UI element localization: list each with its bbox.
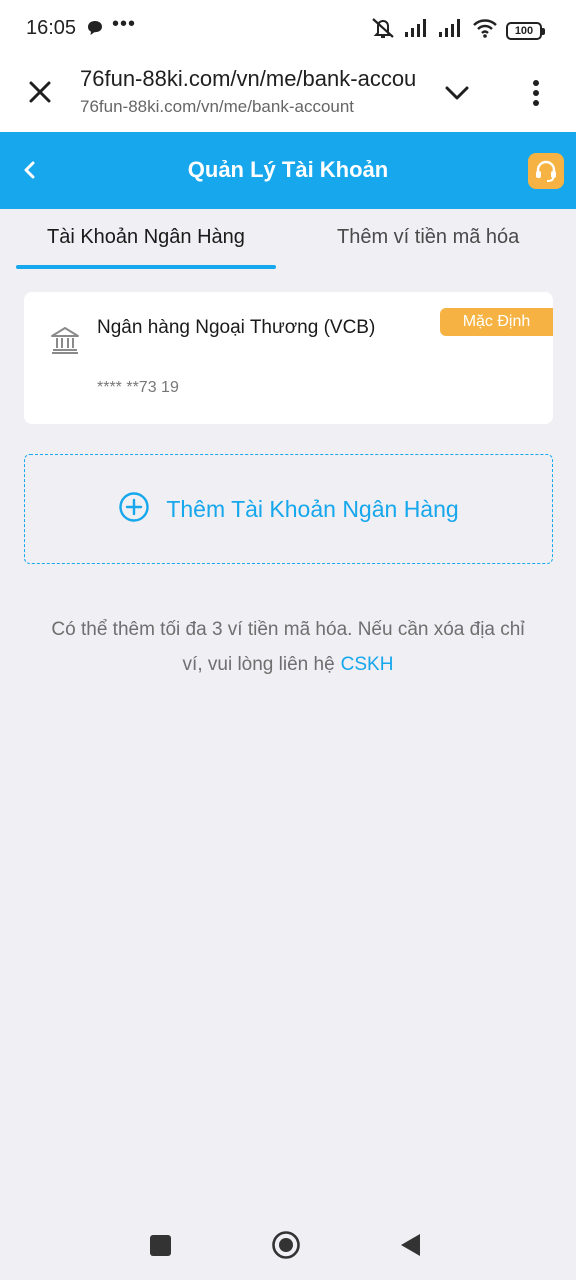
battery-icon: 100 — [506, 21, 545, 40]
bank-account-number: **** **73 19 — [97, 379, 179, 396]
plus-circle-icon — [118, 491, 150, 528]
active-tab-indicator — [16, 265, 276, 269]
note-text: Có thể thêm tối đa 3 ví tiền mã hóa. Nếu… — [51, 619, 525, 675]
cskh-link[interactable]: CSKH — [341, 654, 394, 675]
browser-address-bar: 76fun-88ki.com/vn/me/bank-account 76fun-… — [0, 58, 576, 132]
bank-account-card[interactable]: Ngân hàng Ngoại Thương (VCB) **** **73 1… — [24, 292, 553, 424]
back-icon[interactable] — [398, 1232, 422, 1258]
signal-icon — [404, 18, 430, 43]
browser-url[interactable]: 76fun-88ki.com/vn/me/bank-account — [80, 97, 410, 117]
recent-apps-icon[interactable] — [150, 1235, 171, 1256]
chat-bubble-icon — [86, 19, 104, 42]
status-icons: 100 — [370, 17, 545, 44]
status-bar: 16:05 ••• 100 — [0, 0, 576, 58]
home-icon[interactable] — [271, 1230, 301, 1260]
bank-name: Ngân hàng Ngoại Thương (VCB) — [97, 317, 376, 338]
signal-icon — [438, 18, 464, 43]
headset-icon[interactable] — [528, 153, 564, 189]
more-notifications: ••• — [112, 13, 137, 35]
more-vertical-icon[interactable] — [526, 78, 546, 108]
system-nav-bar — [0, 1210, 576, 1280]
add-bank-account-label: Thêm Tài Khoản Ngân Hàng — [166, 495, 459, 522]
mute-icon — [370, 17, 396, 44]
chevron-down-icon[interactable] — [444, 80, 470, 106]
bank-icon — [50, 325, 80, 355]
page-title: Quản Lý Tài Khoản — [187, 157, 389, 182]
tab-bank-account[interactable]: Tài Khoản Ngân Hàng — [47, 226, 245, 249]
app-header: Quản Lý Tài Khoản — [0, 132, 576, 209]
default-badge: Mặc Định — [440, 308, 553, 336]
tab-crypto-wallet[interactable]: Thêm ví tiền mã hóa — [337, 226, 519, 249]
status-time: 16:05 — [26, 17, 77, 39]
tabs: Tài Khoản Ngân Hàng Thêm ví tiền mã hóa — [0, 209, 576, 269]
wifi-icon — [472, 18, 498, 43]
add-bank-account-button[interactable]: Thêm Tài Khoản Ngân Hàng — [24, 454, 553, 564]
browser-page-title[interactable]: 76fun-88ki.com/vn/me/bank-account — [80, 66, 416, 92]
close-icon[interactable] — [26, 78, 54, 106]
crypto-wallet-note: Có thể thêm tối đa 3 ví tiền mã hóa. Nếu… — [40, 612, 536, 682]
